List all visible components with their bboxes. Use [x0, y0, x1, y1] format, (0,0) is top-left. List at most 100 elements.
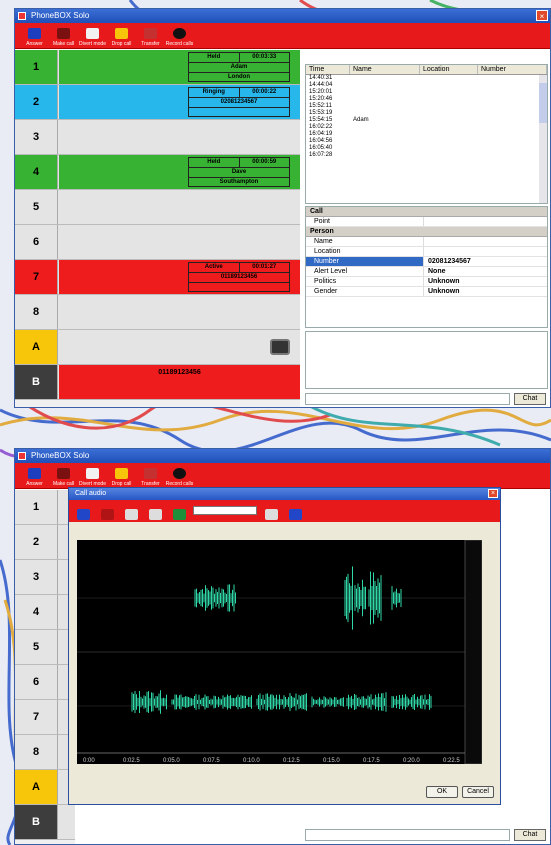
stop-icon	[100, 509, 114, 520]
record-calls-button[interactable]: Record calls	[166, 464, 193, 488]
line-number: B	[15, 805, 58, 839]
log-name	[350, 145, 420, 152]
line-number: 6	[15, 665, 58, 699]
title-bar: PhoneBOX Solo	[15, 449, 550, 463]
stop-button[interactable]	[97, 498, 117, 522]
line-list: 1 2 3 4 5 6 7 8 A B	[15, 490, 75, 844]
chat-input[interactable]	[305, 829, 510, 841]
prop-row[interactable]: Politics Unknown	[306, 277, 547, 287]
line-5[interactable]: 5	[15, 190, 300, 225]
prop-row[interactable]: Gender Unknown	[306, 287, 547, 297]
line-number: 7	[15, 700, 58, 734]
close-button[interactable]: ×	[536, 10, 548, 21]
prop-row[interactable]: Location	[306, 247, 547, 257]
zoom-out-button[interactable]	[145, 498, 165, 522]
waveform-view[interactable]: 0:00 0:02.5 0:05.0 0:07.5 0:10.0 0:12.5 0:15.0…	[77, 540, 482, 764]
col-time[interactable]: Time	[306, 65, 350, 74]
line-a[interactable]: A	[15, 770, 75, 805]
line-a[interactable]: A	[15, 330, 300, 365]
transfer-button[interactable]: Transfer	[137, 24, 164, 48]
log-name	[350, 124, 420, 131]
log-row[interactable]: 15:54:15 Adam	[306, 117, 547, 124]
prop-row-selected[interactable]: Number 02081234567	[306, 257, 547, 267]
line-2[interactable]: 2	[15, 525, 75, 560]
line-7[interactable]: 7	[15, 700, 75, 735]
log-row[interactable]: 16:05:40	[306, 145, 547, 152]
log-time: 15:20:46	[309, 96, 333, 102]
zoom-in-button[interactable]	[121, 498, 141, 522]
audio-dialog: Call audio × 0:00 0:02.5 0:05.0 0:07.5 0:10.…	[68, 487, 501, 805]
line-3[interactable]: 3	[15, 560, 75, 595]
log-row[interactable]: 16:07:28	[306, 152, 547, 159]
line-1[interactable]: 1 Held 00:03:33 Adam London	[15, 50, 300, 85]
log-name	[350, 138, 420, 145]
log-row[interactable]: 16:04:56	[306, 138, 547, 145]
divert-mode-button[interactable]: Divert mode	[79, 464, 106, 488]
log-row[interactable]: 14:44:04	[306, 82, 547, 89]
line-4[interactable]: 4 Held 00:00:59 Dave Southampton	[15, 155, 300, 190]
answer-button[interactable]: Answer	[21, 464, 48, 488]
main-toolbar: Answer Make call Divert mode Drop call T…	[15, 463, 550, 489]
cancel-button[interactable]: Cancel	[462, 786, 494, 798]
chat-button[interactable]: Chat	[514, 393, 546, 405]
divert-mode-button[interactable]: Divert mode	[79, 24, 106, 48]
line-1[interactable]: 1	[15, 490, 75, 525]
prop-row[interactable]: Alert Level None	[306, 267, 547, 277]
log-row[interactable]: 15:53:19	[306, 110, 547, 117]
line-6[interactable]: 6	[15, 225, 300, 260]
log-time: 14:44:04	[309, 82, 333, 88]
log-name	[350, 103, 420, 110]
call-section[interactable]: Call	[306, 207, 547, 217]
dialog-search-input[interactable]	[193, 506, 257, 515]
line-b[interactable]: B	[15, 805, 75, 840]
save-button[interactable]	[285, 498, 305, 522]
col-name[interactable]: Name	[350, 65, 420, 74]
line-4[interactable]: 4	[15, 595, 75, 630]
drop-call-button[interactable]: Drop call	[108, 464, 135, 488]
drop-call-button[interactable]: Drop call	[108, 24, 135, 48]
log-row[interactable]: 16:04:19	[306, 131, 547, 138]
line-number: A	[15, 770, 58, 804]
log-row[interactable]: 15:52:11	[306, 103, 547, 110]
line-b[interactable]: B 01189123456	[15, 365, 300, 400]
time-tick-label: 0:10.0	[243, 758, 260, 764]
ok-button[interactable]: OK	[426, 786, 458, 798]
settings-button[interactable]	[261, 498, 281, 522]
line-8[interactable]: 8	[15, 295, 300, 330]
answer-button[interactable]: Answer	[21, 24, 48, 48]
line-2[interactable]: 2 Ringing 00:00:22 02081234567	[15, 85, 300, 120]
marker-button[interactable]	[169, 498, 189, 522]
chat-button[interactable]: Chat	[514, 829, 546, 841]
log-row[interactable]: 14:40:31	[306, 75, 547, 82]
make-call-button[interactable]: Make call	[50, 24, 77, 48]
dialog-close-button[interactable]: ×	[488, 489, 498, 498]
log-name	[350, 110, 420, 117]
col-location[interactable]: Location	[420, 65, 478, 74]
line-8[interactable]: 8	[15, 735, 75, 770]
time-tick-label: 0:02.5	[123, 758, 140, 764]
col-number[interactable]: Number	[478, 65, 547, 74]
transfer-button[interactable]: Transfer	[137, 464, 164, 488]
line-3[interactable]: 3	[15, 120, 300, 155]
divert-icon	[86, 468, 99, 479]
log-scrollbar[interactable]	[539, 75, 547, 203]
log-row[interactable]: 15:20:01	[306, 89, 547, 96]
log-header: Time Name Location Number	[306, 65, 547, 75]
play-button[interactable]	[73, 498, 93, 522]
line-5[interactable]: 5	[15, 630, 75, 665]
prop-row[interactable]: Name	[306, 237, 547, 247]
log-row[interactable]: 15:20:46	[306, 96, 547, 103]
handset-icon[interactable]	[270, 339, 290, 355]
chat-input[interactable]	[305, 393, 510, 405]
record-calls-button[interactable]: Record calls	[166, 24, 193, 48]
line-number: 5	[15, 190, 58, 224]
save-icon	[288, 509, 302, 520]
line-7[interactable]: 7 Active 00:01:27 01189123456	[15, 260, 300, 295]
prop-row[interactable]: Point	[306, 217, 547, 227]
person-section[interactable]: Person	[306, 227, 547, 237]
gear-icon	[264, 509, 278, 520]
log-row[interactable]: 16:02:22	[306, 124, 547, 131]
log-time: 14:40:31	[309, 75, 333, 81]
make-call-button[interactable]: Make call	[50, 464, 77, 488]
line-6[interactable]: 6	[15, 665, 75, 700]
